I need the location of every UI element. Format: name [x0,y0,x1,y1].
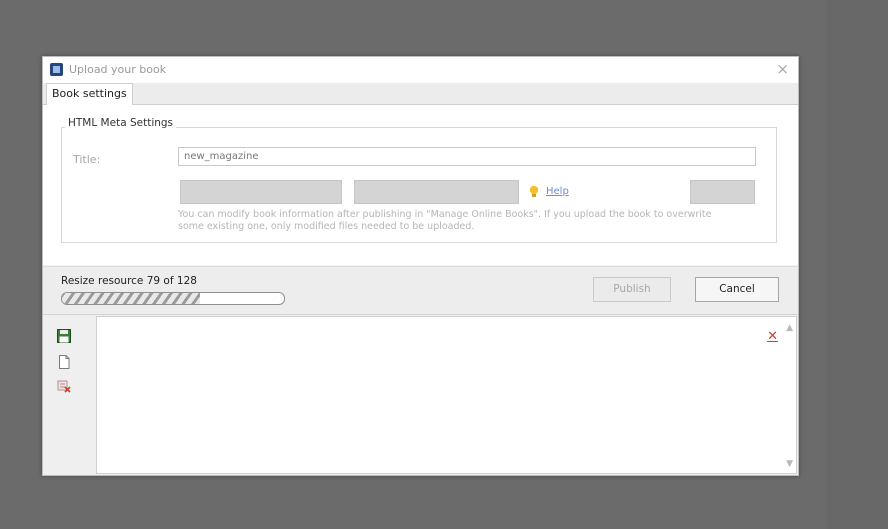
title-label: Title: [73,153,101,166]
info-text: You can modify book information after pu… [178,209,712,232]
close-icon[interactable]: × [776,60,789,78]
disabled-button-3[interactable] [690,180,755,204]
progress-bar [61,292,285,305]
upload-dialog: Upload your book × Book settings HTML Me… [42,56,799,476]
log-panel[interactable]: ✕ ▲ ▼ [96,316,797,474]
delete-log-icon[interactable] [57,379,71,393]
lightbulb-icon [529,185,539,197]
tab-book-settings[interactable]: Book settings [46,83,133,105]
app-icon [50,63,63,76]
background-strip [826,0,888,529]
window-title: Upload your book [69,63,167,76]
disabled-button-1[interactable] [180,180,342,204]
title-input[interactable] [178,147,756,166]
scroll-up-icon[interactable]: ▲ [786,323,793,333]
publish-button[interactable]: Publish [593,277,671,302]
group-legend: HTML Meta Settings [65,117,177,129]
log-toolbar [43,315,95,475]
title-bar: Upload your book × [43,57,798,83]
progress-fill [62,293,200,304]
clear-log-icon[interactable]: ✕ [767,329,778,344]
tab-strip: Book settings [43,83,798,105]
new-document-icon[interactable] [57,355,71,369]
log-area: ✕ ▲ ▼ [43,315,798,475]
cancel-button[interactable]: Cancel [695,277,779,302]
settings-area: HTML Meta Settings Title: Help You can m… [43,105,798,265]
help-link[interactable]: Help [546,186,569,197]
disabled-button-2[interactable] [354,180,519,204]
scroll-down-icon[interactable]: ▼ [786,459,793,469]
save-icon[interactable] [57,329,71,343]
status-text: Resize resource 79 of 128 [61,275,197,287]
status-bar: Resize resource 79 of 128 Publish Cancel [43,266,798,315]
